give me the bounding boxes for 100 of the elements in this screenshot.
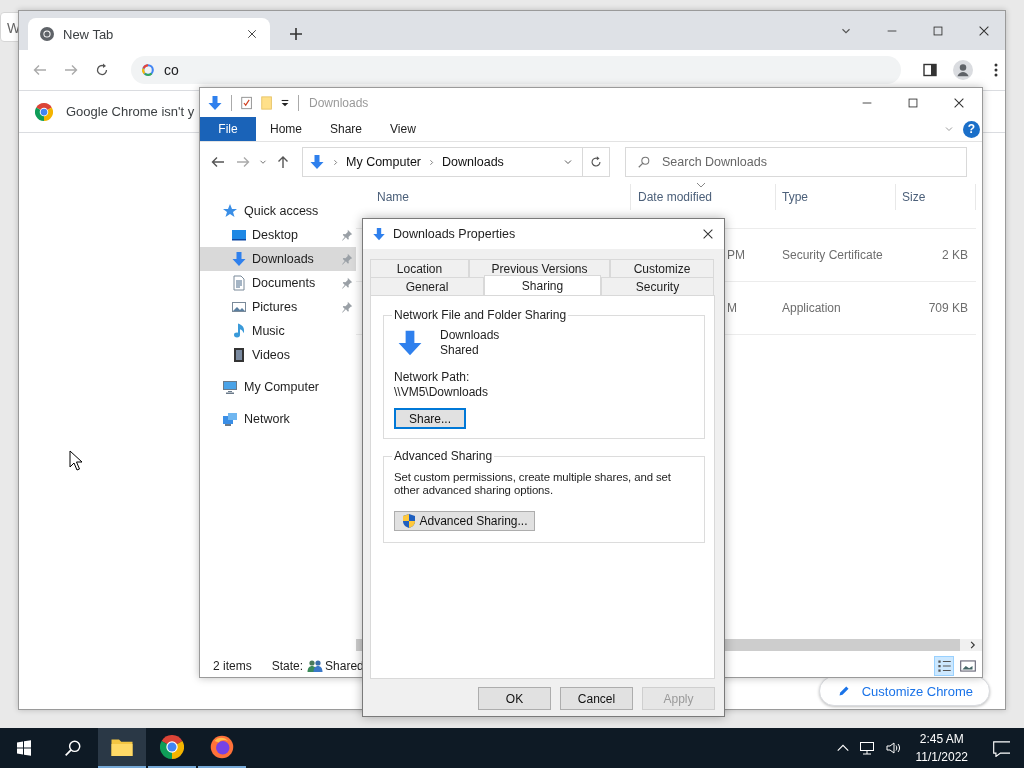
ribbon-tab[interactable]: Home [256, 117, 316, 141]
document-icon [231, 275, 247, 291]
browser-tab[interactable]: New Tab [28, 18, 270, 50]
column-header[interactable]: Size [896, 184, 976, 210]
fox-browser-icon [210, 735, 234, 759]
nav-item[interactable]: Documents [200, 271, 356, 295]
search-icon[interactable] [64, 739, 82, 757]
table-cell-text: 709 KB [927, 300, 969, 317]
tab-title: New Tab [63, 26, 115, 42]
infobar-message: Google Chrome isn't y [66, 104, 195, 119]
nav-item[interactable]: Quick access [200, 199, 356, 223]
state-label: State: [271, 659, 304, 673]
properties-icon[interactable] [240, 95, 254, 110]
download-arrow-icon [372, 227, 386, 241]
close-icon[interactable] [246, 28, 258, 40]
table-cell-text: 2 KB [941, 247, 969, 264]
dialog-button[interactable]: Cancel [560, 687, 633, 710]
back-icon[interactable] [210, 154, 226, 170]
new-tab-icon[interactable] [288, 26, 304, 42]
favicon-icon [39, 26, 55, 42]
reload-icon[interactable] [94, 62, 110, 78]
share-button[interactable]: Share... [394, 408, 466, 429]
network-icon [222, 411, 238, 427]
window-title: Downloads [309, 95, 369, 110]
advanced-sharing-button[interactable]: Advanced Sharing... [394, 511, 535, 531]
sort-caret-icon [696, 182, 706, 188]
dropdown-icon[interactable] [280, 97, 290, 108]
dialog-tab[interactable]: Sharing [484, 275, 601, 295]
details-view-icon[interactable] [934, 656, 954, 676]
breadcrumb-item[interactable]: Downloads [442, 155, 504, 169]
file-menu-button[interactable]: File [200, 117, 256, 141]
group-heading: Advanced Sharing [393, 449, 494, 463]
table-cell-text: Security Certificate [781, 247, 884, 264]
notification-icon[interactable] [992, 739, 1010, 757]
maximize-icon[interactable] [906, 95, 920, 110]
download-arrow-icon [231, 251, 247, 267]
browser-logo-icon [160, 735, 184, 759]
download-arrow-icon [207, 94, 223, 111]
star-icon [222, 203, 238, 219]
address-field[interactable]: My Computer Downloads [302, 147, 583, 177]
dialog-button[interactable]: OK [478, 687, 551, 710]
close-icon[interactable] [701, 227, 715, 241]
table-cell-text: Application [781, 300, 842, 317]
network-icon[interactable] [857, 740, 876, 756]
folder-name: Downloads [440, 328, 500, 343]
volume-icon[interactable] [883, 740, 902, 756]
breadcrumb-item[interactable]: My Computer [346, 155, 422, 169]
refresh-button[interactable] [583, 147, 610, 177]
desktop-icon [231, 227, 247, 243]
dialog-tab[interactable]: Previous Versions [469, 259, 610, 277]
nav-item[interactable]: Music [200, 319, 356, 343]
browser-logo-icon [35, 102, 53, 121]
ribbon-tab[interactable]: Share [316, 117, 377, 141]
column-header[interactable]: Type [776, 184, 896, 210]
nav-item[interactable]: My Computer [200, 375, 356, 399]
pencil-icon [837, 685, 850, 697]
search-field[interactable]: Search Downloads [625, 147, 967, 177]
help-button[interactable]: ? [963, 120, 980, 138]
search-engine-icon [141, 63, 155, 77]
dialog-title: Downloads Properties [393, 227, 516, 241]
mouse-pointer-icon [69, 450, 83, 471]
chevron-right-icon [968, 640, 978, 650]
profile-icon[interactable] [953, 60, 973, 80]
customize-button[interactable]: Customize Chrome [818, 676, 990, 706]
ribbon-tab[interactable]: View [376, 117, 430, 141]
table-cell: PM [727, 248, 745, 262]
address-field[interactable]: co [131, 56, 901, 84]
dialog-tab[interactable]: General [370, 277, 484, 295]
nav-item[interactable]: Downloads [200, 247, 356, 271]
nav-item[interactable]: Network [200, 407, 356, 431]
group-heading: Network File and Folder Sharing [393, 308, 568, 322]
description-text: Set custom permissions, create multiple shares, and set other advanced sharing options. [394, 471, 672, 497]
column-header[interactable]: Date modified [631, 184, 776, 210]
dialog-tab[interactable]: Location [370, 259, 469, 277]
computer-icon [222, 379, 238, 395]
people-icon [306, 658, 325, 674]
network-path: \\VM5\Downloads [394, 385, 490, 400]
taskbar-app[interactable] [98, 728, 146, 768]
nav-item[interactable]: Pictures [200, 295, 356, 319]
film-icon [231, 347, 247, 363]
maximize-icon[interactable] [931, 23, 945, 38]
dialog-tab[interactable]: Customize [610, 259, 714, 277]
table-cell: M [727, 301, 737, 315]
side-panel-icon[interactable] [922, 62, 938, 78]
download-arrow-icon [396, 329, 424, 357]
column-header[interactable]: Name [356, 184, 631, 210]
chevron-right-icon [331, 157, 340, 167]
clock[interactable]: 2:45 AM 11/1/2022 [915, 730, 968, 766]
music-note-icon [231, 323, 247, 339]
search-icon [637, 155, 651, 169]
nav-item[interactable]: Desktop [200, 223, 356, 247]
dialog-tab[interactable]: Security [601, 277, 714, 295]
start-icon[interactable] [16, 740, 32, 756]
refresh-icon [589, 155, 603, 169]
path-label: Network Path: [394, 370, 471, 385]
item-count: 2 items [213, 659, 252, 673]
download-arrow-icon [309, 154, 325, 170]
share-state: Shared [440, 343, 480, 358]
nav-item[interactable]: Videos [200, 343, 356, 367]
shield-icon [401, 513, 418, 529]
